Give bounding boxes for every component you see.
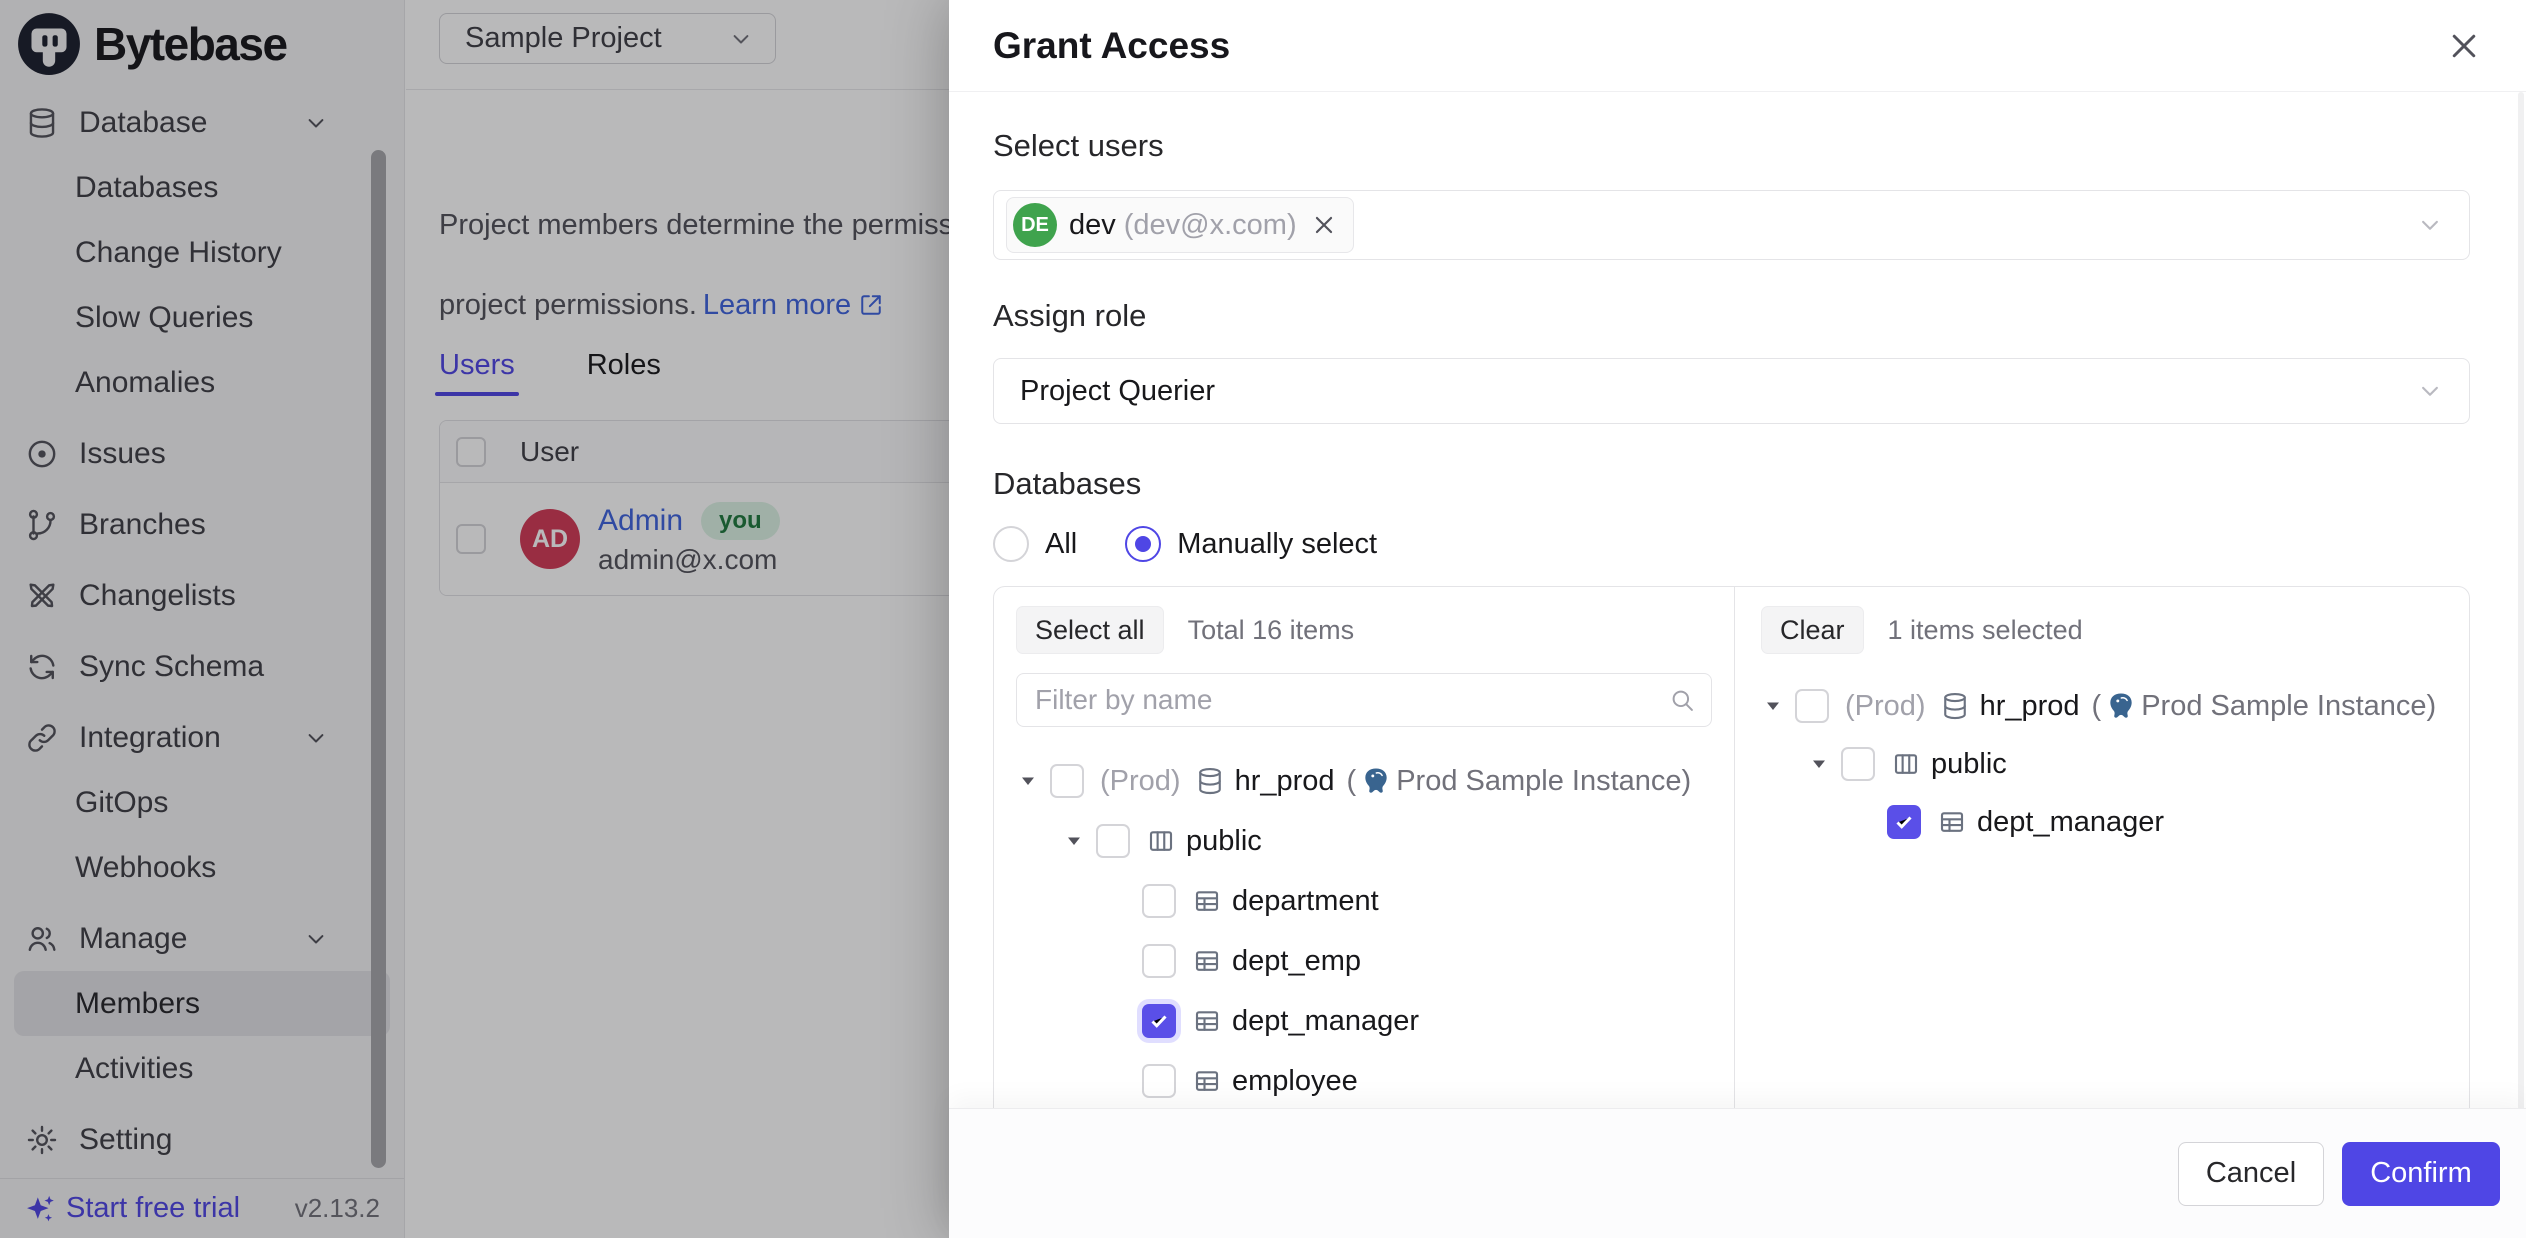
user-tag-name: dev — [1069, 209, 1116, 242]
collapse-triangle-icon[interactable] — [1761, 694, 1785, 718]
tree-item-name: dept_manager — [1232, 1005, 1419, 1038]
tree-row-dept_manager[interactable]: dept_manager — [1016, 991, 1712, 1051]
tree-row-department[interactable]: department — [1016, 871, 1712, 931]
close-icon[interactable] — [2446, 28, 2482, 64]
table-icon — [1192, 886, 1222, 916]
tree-item-name: dept_manager — [1977, 806, 2164, 839]
tree-item-name: hr_prod — [1235, 765, 1335, 798]
table-icon — [1937, 807, 1967, 837]
chevron-down-icon — [2415, 376, 2445, 406]
tree-row-public[interactable]: public — [1016, 811, 1712, 871]
confirm-button[interactable]: Confirm — [2342, 1142, 2500, 1206]
selected-user-tag: DE dev (dev@x.com) — [1006, 197, 1354, 253]
total-items-label: Total 16 items — [1188, 615, 1355, 646]
tree-item-name: dept_emp — [1232, 945, 1361, 978]
radio-circle[interactable] — [993, 526, 1029, 562]
postgresql-icon — [2105, 690, 2137, 722]
remove-user-icon[interactable] — [1311, 212, 1337, 238]
schema-icon — [1146, 826, 1176, 856]
assign-role-heading: Assign role — [993, 298, 2470, 334]
tree-checkbox-checked[interactable] — [1887, 805, 1921, 839]
databases-heading: Databases — [993, 466, 2470, 502]
collapse-triangle-icon[interactable] — [1016, 769, 1040, 793]
environment-label: (Prod) — [1845, 690, 1926, 723]
table-icon — [1192, 1066, 1222, 1096]
dialog-header: Grant Access — [949, 0, 2526, 92]
search-icon — [1668, 686, 1696, 714]
cancel-button[interactable]: Cancel — [2178, 1142, 2324, 1206]
role-select[interactable]: Project Querier — [993, 358, 2470, 424]
tree-checkbox[interactable] — [1142, 944, 1176, 978]
tree-item-name: public — [1931, 748, 2007, 781]
collapse-triangle-icon[interactable] — [1807, 752, 1831, 776]
dialog-scrollbar[interactable] — [2518, 92, 2524, 1238]
source-tree: (Prod) hr_prod (Prod Sample Instance) publi… — [1016, 751, 1712, 1111]
tree-row-hr_prod[interactable]: (Prod) hr_prod (Prod Sample Instance) — [1016, 751, 1712, 811]
dialog-title: Grant Access — [993, 25, 1230, 67]
tree-row-dept_manager[interactable]: dept_manager — [1761, 793, 2443, 851]
tree-checkbox[interactable] — [1142, 884, 1176, 918]
database-icon — [1940, 691, 1970, 721]
database-icon — [1195, 766, 1225, 796]
selected-count-label: 1 items selected — [1888, 615, 2083, 646]
schema-icon — [1891, 749, 1921, 779]
tree-checkbox[interactable] — [1142, 1064, 1176, 1098]
dialog-footer: Cancel Confirm — [949, 1108, 2526, 1238]
table-icon — [1192, 1006, 1222, 1036]
postgresql-icon — [1360, 765, 1392, 797]
tree-row-employee[interactable]: employee — [1016, 1051, 1712, 1111]
tree-checkbox[interactable] — [1795, 689, 1829, 723]
tree-item-name: public — [1186, 825, 1262, 858]
tree-item-name: department — [1232, 885, 1379, 918]
instance-label: (Prod Sample Instance) — [2092, 690, 2437, 723]
filter-input[interactable] — [1016, 673, 1712, 727]
select-users-input[interactable]: DE dev (dev@x.com) — [993, 190, 2470, 260]
tree-row-hr_prod[interactable]: (Prod) hr_prod (Prod Sample Instance) — [1761, 677, 2443, 735]
clear-button[interactable]: Clear — [1761, 606, 1864, 654]
radio-circle[interactable] — [1125, 526, 1161, 562]
instance-label: (Prod Sample Instance) — [1347, 765, 1692, 798]
user-tag-email: (dev@x.com) — [1124, 209, 1297, 242]
radio-label: All — [1045, 528, 1077, 561]
select-users-heading: Select users — [993, 128, 2470, 164]
radio-label: Manually select — [1177, 528, 1377, 561]
tree-row-dept_emp[interactable]: dept_emp — [1016, 931, 1712, 991]
tree-checkbox[interactable] — [1841, 747, 1875, 781]
role-select-value: Project Querier — [1020, 375, 1215, 408]
chevron-down-icon — [2415, 210, 2445, 240]
tree-checkbox[interactable] — [1050, 764, 1084, 798]
filter-field — [1016, 673, 1712, 727]
tree-item-name: employee — [1232, 1065, 1358, 1098]
database-scope-radios: All Manually select — [993, 522, 2470, 566]
tree-item-name: hr_prod — [1980, 690, 2080, 723]
avatar: DE — [1013, 203, 1057, 247]
radio-all[interactable]: All — [993, 526, 1077, 562]
table-icon — [1192, 946, 1222, 976]
collapse-triangle-icon[interactable] — [1062, 829, 1086, 853]
tree-checkbox[interactable] — [1096, 824, 1130, 858]
radio-manually-select[interactable]: Manually select — [1125, 526, 1377, 562]
select-all-button[interactable]: Select all — [1016, 606, 1164, 654]
tree-checkbox-checked[interactable] — [1142, 1004, 1176, 1038]
dialog-body: Select users DE dev (dev@x.com) Assign r… — [949, 128, 2526, 1231]
environment-label: (Prod) — [1100, 765, 1181, 798]
grant-access-dialog: Grant Access Select users DE dev (dev@x.… — [949, 0, 2526, 1238]
tree-row-public[interactable]: public — [1761, 735, 2443, 793]
selected-tree: (Prod) hr_prod (Prod Sample Instance) publi… — [1761, 677, 2443, 851]
